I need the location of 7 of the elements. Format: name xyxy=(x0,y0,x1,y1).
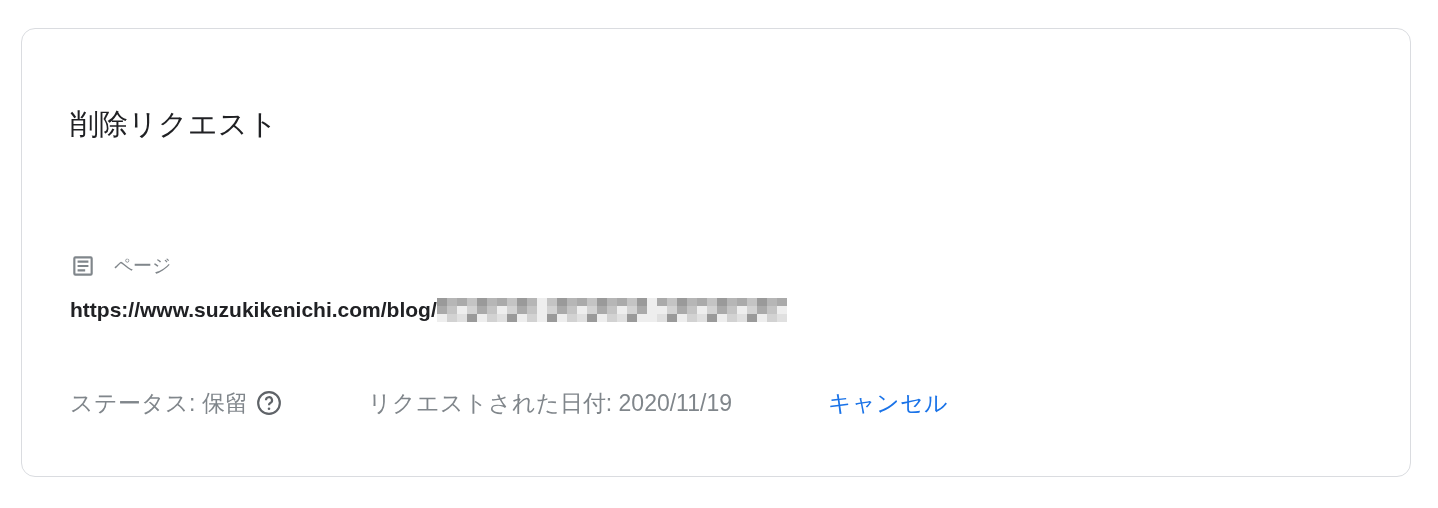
page-url: https://www.suzukikenichi.com/blog/ xyxy=(70,297,437,324)
card-title: 削除リクエスト xyxy=(70,107,279,142)
page-label: ページ xyxy=(114,253,171,278)
cancel-link[interactable]: キャンセル xyxy=(827,385,948,421)
request-date: リクエストされた日付: 2020/11/19 xyxy=(367,388,732,418)
help-icon xyxy=(255,390,282,417)
status-text: ステータス: 保留 xyxy=(70,388,248,418)
